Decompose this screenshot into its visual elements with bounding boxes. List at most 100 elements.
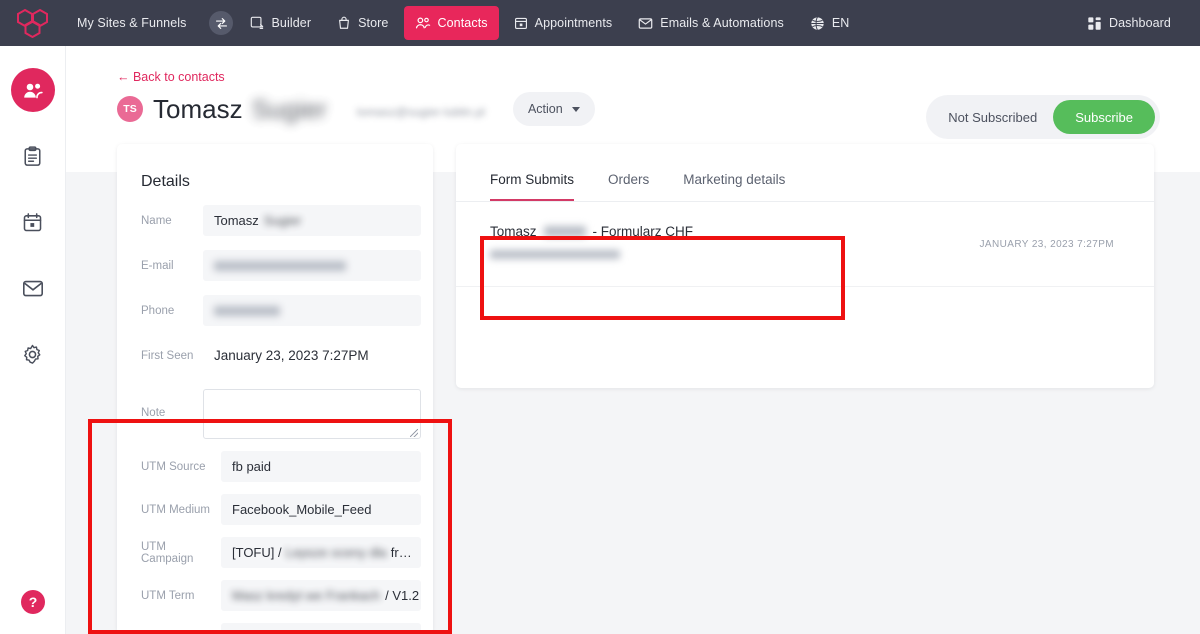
utm-campaign-value-redacted: Lepsze oceny dla — [286, 545, 387, 560]
swap-arrows-icon — [215, 17, 228, 30]
utm-campaign-value-tail: fr… — [391, 545, 412, 560]
nav-item-language[interactable]: EN — [799, 6, 861, 40]
field-row-note: Note — [117, 389, 433, 439]
field-label: UTM Source — [141, 461, 221, 473]
field-label: Phone — [141, 305, 203, 317]
form-submission-date: JANUARY 23, 2023 7:27PM — [980, 239, 1114, 250]
gear-icon — [22, 344, 43, 365]
envelope-icon — [22, 279, 44, 298]
nav-label: Store — [358, 16, 388, 30]
form-submission-form-name: - Formularz CHF — [593, 224, 694, 239]
sidebar-item-contacts[interactable] — [11, 68, 55, 112]
field-row-utm-term: UTM Term Masz kredyt we Frankach / V1.2 — [117, 580, 433, 611]
field-row-utm-content: UTM Content Website Traffic / Broad audi… — [117, 623, 433, 634]
utm-campaign-value: [TOFU] / — [232, 545, 282, 560]
details-card: Details Name Tomasz Sugier E-mail Phone … — [117, 144, 433, 634]
field-label: UTM Term — [141, 590, 221, 602]
utm-term-value-redacted: Masz kredyt we Frankach — [232, 588, 380, 603]
field-row-utm-medium: UTM Medium Facebook_Mobile_Feed — [117, 494, 433, 525]
sidebar-item-forms[interactable] — [11, 134, 55, 178]
subscribe-button[interactable]: Subscribe — [1053, 100, 1155, 134]
tab-bar: Form Submits Orders Marketing details — [456, 144, 1154, 202]
action-label: Action — [528, 102, 563, 116]
top-navigation-bar: My Sites & Funnels Builder — [0, 0, 1200, 46]
app-logo[interactable] — [0, 0, 66, 46]
name-value: Tomasz — [214, 213, 259, 228]
utm-campaign-field[interactable]: [TOFU] / Lepsze oceny dla fr… — [221, 537, 421, 568]
nav-item-builder[interactable]: Builder — [239, 6, 322, 40]
nav-label: Emails & Automations — [660, 16, 784, 30]
form-submission-contact-redacted — [544, 226, 586, 237]
hexagon-logo-icon — [16, 8, 50, 38]
tab-form-submits[interactable]: Form Submits — [490, 172, 574, 201]
form-submission-text: Tomasz - Formularz CHF — [490, 224, 693, 264]
utm-source-value: fb paid — [232, 459, 271, 474]
form-submission-row[interactable]: Tomasz - Formularz CHF JANUARY 23, 2023 … — [456, 202, 1154, 287]
nav-label: Builder — [271, 16, 311, 30]
nav-item-dashboard[interactable]: Dashboard — [1076, 6, 1182, 40]
field-row-first-seen: First Seen January 23, 2023 7:27PM — [117, 340, 433, 371]
field-row-name: Name Tomasz Sugier — [117, 205, 433, 236]
swap-site-button[interactable] — [209, 11, 233, 35]
first-seen-value: January 23, 2023 7:27PM — [203, 340, 421, 371]
nav-item-appointments[interactable]: Appointments — [503, 6, 624, 40]
utm-content-field[interactable]: Website Traffic / Broad audienc… — [221, 623, 421, 634]
sidebar-item-appointments[interactable] — [11, 200, 55, 244]
contact-last-name-redacted: Sugier — [252, 94, 327, 125]
phone-field[interactable] — [203, 295, 421, 326]
name-field[interactable]: Tomasz Sugier — [203, 205, 421, 236]
form-submission-contact: Tomasz — [490, 224, 537, 239]
people-icon — [22, 81, 44, 100]
note-label: Note — [141, 389, 203, 419]
field-row-utm-campaign: UTM Campaign [TOFU] / Lepsze oceny dla f… — [117, 537, 433, 568]
note-textarea[interactable] — [203, 389, 421, 439]
field-label: E-mail — [141, 260, 203, 272]
chevron-down-icon — [572, 107, 580, 112]
utm-term-field[interactable]: Masz kredyt we Frankach / V1.2 — [221, 580, 421, 611]
nav-label: Appointments — [535, 16, 613, 30]
nav-item-contacts[interactable]: Contacts — [404, 6, 499, 40]
avatar: TS — [117, 96, 143, 122]
calendar-icon — [514, 16, 528, 30]
nav-item-my-sites-funnels[interactable]: My Sites & Funnels — [66, 6, 197, 40]
utm-source-field[interactable]: fb paid — [221, 451, 421, 482]
envelope-icon — [638, 17, 653, 30]
email-field[interactable] — [203, 250, 421, 281]
nav-label: My Sites & Funnels — [77, 16, 186, 30]
details-title: Details — [117, 144, 433, 191]
sidebar-item-settings[interactable] — [11, 332, 55, 376]
phone-value-redacted — [214, 306, 280, 316]
tab-orders[interactable]: Orders — [608, 172, 649, 201]
nav-item-emails-automations[interactable]: Emails & Automations — [627, 6, 795, 40]
status-badge: Not Subscribed — [948, 110, 1037, 125]
form-submission-subtitle — [490, 246, 693, 264]
field-label: First Seen — [141, 350, 203, 362]
page-title: Tomasz — [153, 94, 243, 125]
utm-medium-field[interactable]: Facebook_Mobile_Feed — [221, 494, 421, 525]
globe-icon — [810, 16, 825, 31]
nav-label: Contacts — [438, 16, 488, 30]
email-value-redacted — [214, 261, 346, 271]
help-button[interactable]: ? — [21, 590, 45, 614]
clipboard-icon — [22, 146, 43, 167]
field-row-utm-source: UTM Source fb paid — [117, 451, 433, 482]
builder-icon — [250, 16, 264, 30]
field-row-email: E-mail — [117, 250, 433, 281]
nav-right-group: Dashboard — [1076, 6, 1200, 40]
nav-label: EN — [832, 16, 850, 30]
store-bag-icon — [337, 16, 351, 30]
back-to-contacts-link[interactable]: ← Back to contacts — [117, 70, 225, 84]
field-row-phone: Phone — [117, 295, 433, 326]
field-label: UTM Campaign — [141, 541, 221, 565]
utm-medium-value: Facebook_Mobile_Feed — [232, 502, 371, 517]
nav-item-store[interactable]: Store — [326, 6, 399, 40]
name-value-redacted: Sugier — [264, 213, 302, 228]
contact-title-row: TS Tomasz Sugier tomasz@sugier-lublin.pl… — [117, 92, 595, 126]
app-root: My Sites & Funnels Builder — [0, 0, 1200, 634]
tab-marketing-details[interactable]: Marketing details — [683, 172, 785, 201]
left-sidebar-rail: ? — [0, 46, 66, 634]
sidebar-item-emails[interactable] — [11, 266, 55, 310]
action-dropdown-button[interactable]: Action — [513, 92, 595, 126]
field-label: UTM Medium — [141, 504, 221, 516]
dashboard-grid-icon — [1087, 16, 1102, 31]
